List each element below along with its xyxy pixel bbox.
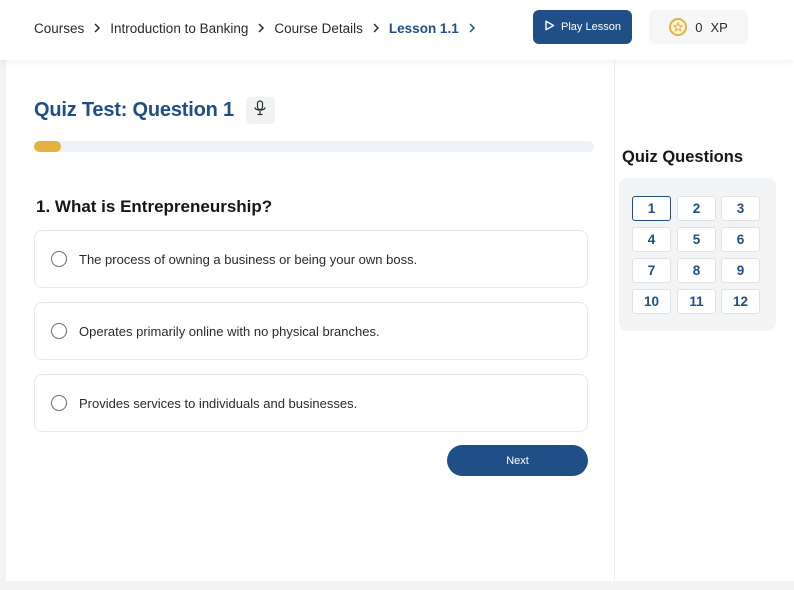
radio-button[interactable]	[51, 395, 67, 411]
play-lesson-label: Play Lesson	[561, 21, 621, 33]
quiz-questions-title: Quiz Questions	[622, 148, 744, 166]
question-number-button[interactable]: 9	[721, 258, 760, 283]
quiz-title-row: Quiz Test: Question 1	[34, 97, 275, 124]
top-header: Courses Introduction to Banking Course D…	[0, 0, 794, 60]
question-number-button[interactable]: 3	[721, 196, 760, 221]
radio-button[interactable]	[51, 251, 67, 267]
answer-option-label: The process of owning a business or bein…	[79, 251, 418, 267]
star-coin-icon	[669, 18, 688, 36]
page-title: Quiz Test: Question 1	[34, 99, 234, 121]
quiz-panel: Quiz Test: Question 1 1. What is Entrepr…	[6, 60, 614, 581]
question-number-button[interactable]: 8	[677, 258, 716, 283]
question-number-button[interactable]: 7	[632, 258, 671, 283]
read-aloud-button[interactable]	[245, 97, 275, 124]
play-icon	[544, 20, 555, 34]
xp-unit: XP	[710, 19, 728, 35]
chevron-right-icon	[256, 23, 266, 33]
breadcrumb-courses[interactable]: Courses	[34, 21, 84, 36]
quiz-progress-fill	[34, 141, 61, 152]
radio-button[interactable]	[51, 323, 67, 339]
question-number-button[interactable]: 5	[677, 227, 716, 252]
question-number-button[interactable]: 12	[721, 289, 760, 314]
chevron-right-icon	[92, 23, 102, 33]
breadcrumb: Courses Introduction to Banking Course D…	[34, 18, 485, 38]
xp-value: 0	[695, 19, 703, 35]
question-number-button[interactable]: 4	[632, 227, 671, 252]
xp-counter: 0 XP	[649, 10, 748, 44]
breadcrumb-course[interactable]: Introduction to Banking	[110, 21, 248, 36]
chevron-right-icon	[371, 23, 381, 33]
question-number-button[interactable]: 1	[632, 196, 671, 221]
next-button[interactable]: Next	[447, 445, 588, 476]
quiz-questions-panel: Quiz Questions 1 2 3 4 5 6 7 8 9 10 11 1…	[614, 60, 794, 581]
breadcrumb-course-details[interactable]: Course Details	[274, 21, 363, 36]
question-text: 1. What is Entrepreneurship?	[36, 197, 273, 216]
question-number-button[interactable]: 2	[677, 196, 716, 221]
question-number-button[interactable]: 6	[721, 227, 760, 252]
answer-option-2[interactable]: Operates primarily online with no physic…	[34, 302, 588, 360]
answer-option-3[interactable]: Provides services to individuals and bus…	[34, 374, 588, 432]
quiz-progress-bar	[34, 141, 594, 152]
answer-option-label: Operates primarily online with no physic…	[79, 323, 380, 339]
play-lesson-button[interactable]: Play Lesson	[533, 10, 632, 44]
chevron-right-icon	[467, 23, 477, 33]
question-grid: 1 2 3 4 5 6 7 8 9 10 11 12	[619, 178, 776, 331]
question-number-button[interactable]: 11	[677, 289, 716, 314]
question-number-button[interactable]: 10	[632, 289, 671, 314]
answer-option-1[interactable]: The process of owning a business or bein…	[34, 230, 588, 288]
breadcrumb-lesson[interactable]: Lesson 1.1	[389, 21, 459, 36]
answer-option-label: Provides services to individuals and bus…	[79, 395, 358, 411]
microphone-icon	[253, 100, 267, 121]
